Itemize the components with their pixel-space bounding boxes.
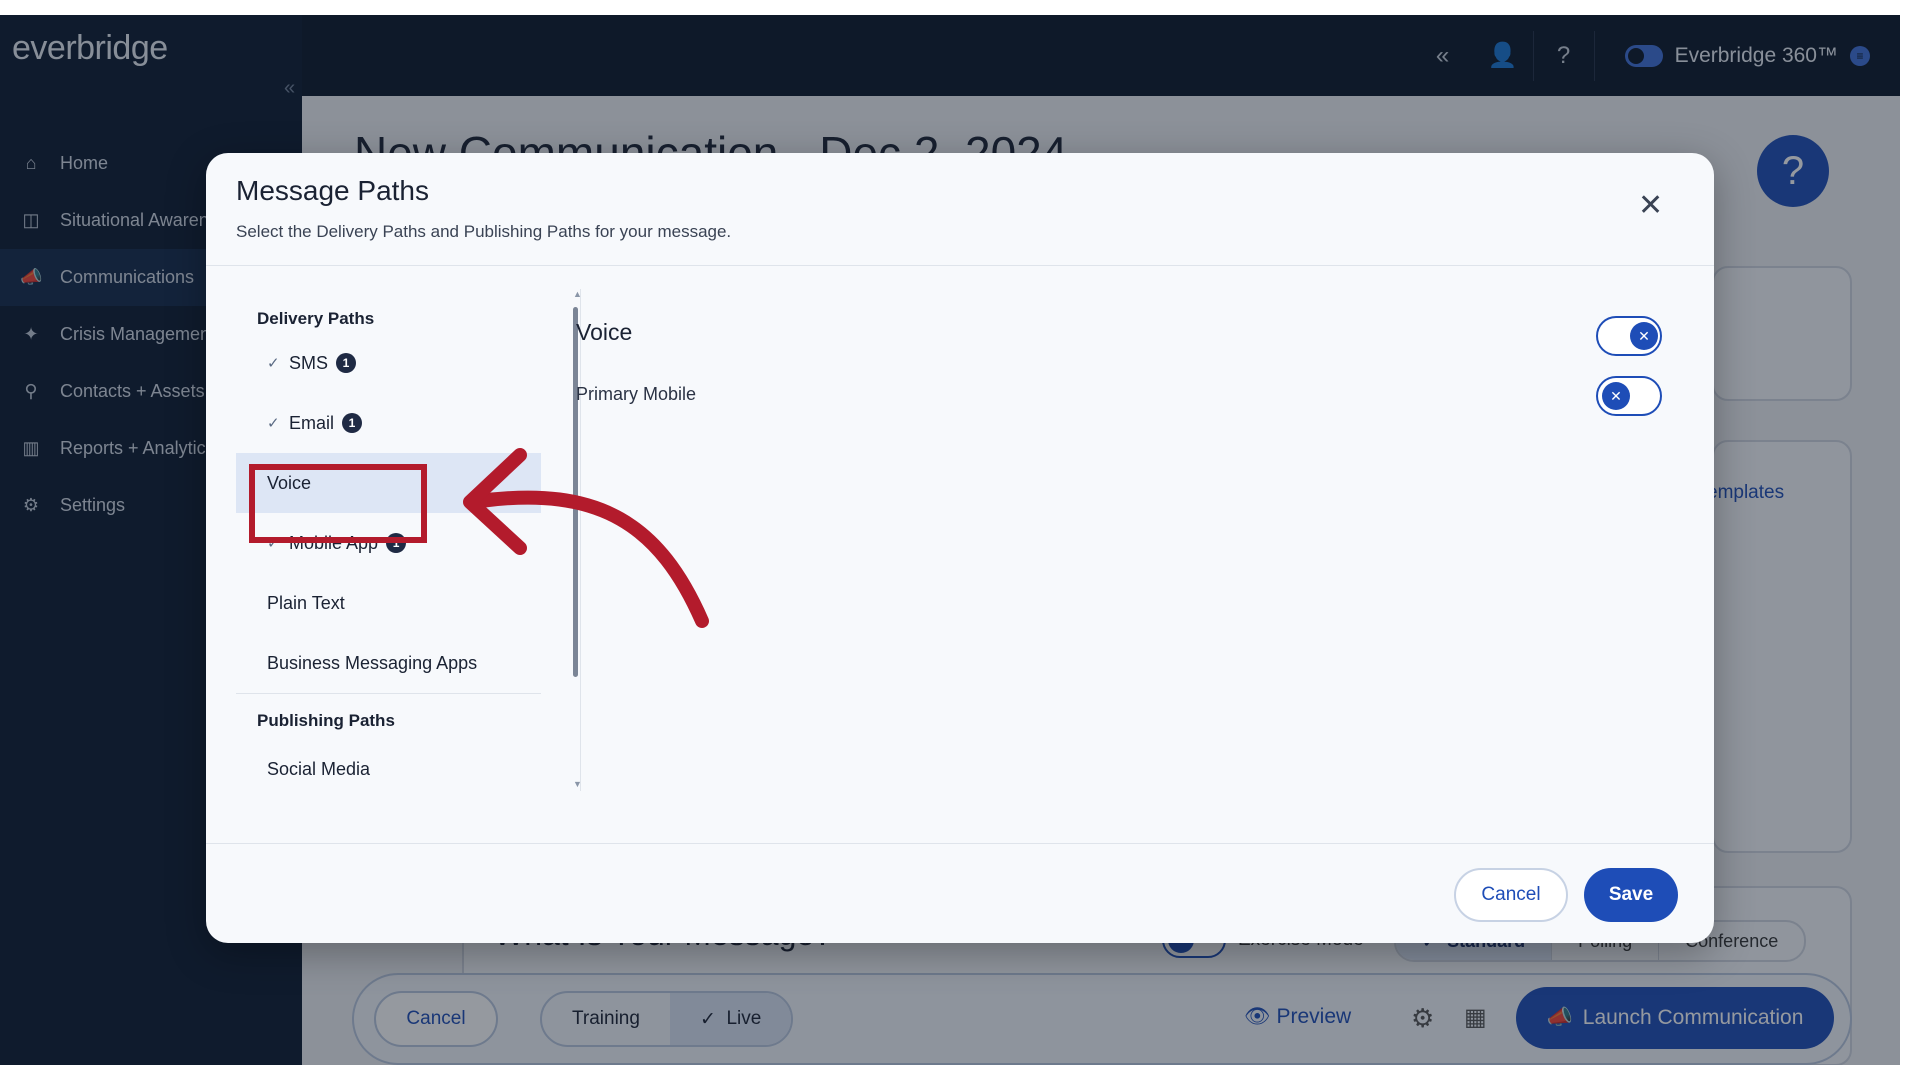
path-item-social-media[interactable]: Social Media [236, 739, 541, 799]
divider [236, 693, 541, 694]
scrollbar-thumb[interactable] [573, 307, 578, 677]
scroll-down-icon[interactable]: ▼ [573, 779, 582, 789]
path-label: SMS [289, 352, 329, 373]
voice-enable-toggle[interactable]: ✕ [1596, 316, 1662, 356]
path-item-plain-text[interactable]: Plain Text [236, 573, 541, 633]
scroll-up-icon[interactable]: ▲ [573, 289, 582, 299]
publishing-paths-heading: Publishing Paths [257, 711, 395, 730]
count-badge: 1 [336, 353, 357, 373]
message-paths-dialog: Message Paths Select the Delivery Paths … [206, 153, 1714, 943]
path-label: Email [289, 412, 335, 433]
divider [206, 843, 1714, 844]
close-icon: ✕ [1602, 382, 1630, 410]
count-badge: 1 [342, 413, 363, 433]
path-item-email[interactable]: ✓ Email 1 [236, 393, 541, 453]
path-item-business-messaging-apps[interactable]: Business Messaging Apps [236, 633, 541, 693]
dialog-subtitle: Select the Delivery Paths and Publishing… [236, 222, 732, 241]
detail-row-label: Primary Mobile [576, 384, 697, 404]
close-icon[interactable]: ✕ [1638, 191, 1663, 221]
check-icon: ✓ [267, 355, 280, 372]
check-icon: ✓ [267, 415, 280, 432]
primary-mobile-toggle[interactable]: ✕ [1596, 376, 1662, 416]
paths-list: Delivery Paths ✓ SMS 1 ✓ Email 1 Voice ✓… [236, 289, 582, 793]
path-label: Business Messaging Apps [267, 652, 478, 673]
close-icon: ✕ [1630, 322, 1658, 350]
detail-title: Voice [576, 319, 633, 345]
divider [206, 265, 1714, 266]
cancel-button[interactable]: Cancel [1454, 868, 1568, 922]
path-item-sms[interactable]: ✓ SMS 1 [236, 333, 541, 393]
delivery-paths-heading: Delivery Paths [257, 309, 375, 328]
highlight-box [249, 464, 427, 543]
path-label: Social Media [267, 758, 371, 779]
app-window: everbridge « ⌂ Home ◫ Situational Awaren… [0, 15, 1900, 1065]
dialog-title: Message Paths [236, 175, 429, 206]
path-label: Plain Text [267, 592, 345, 613]
save-button[interactable]: Save [1584, 868, 1678, 922]
